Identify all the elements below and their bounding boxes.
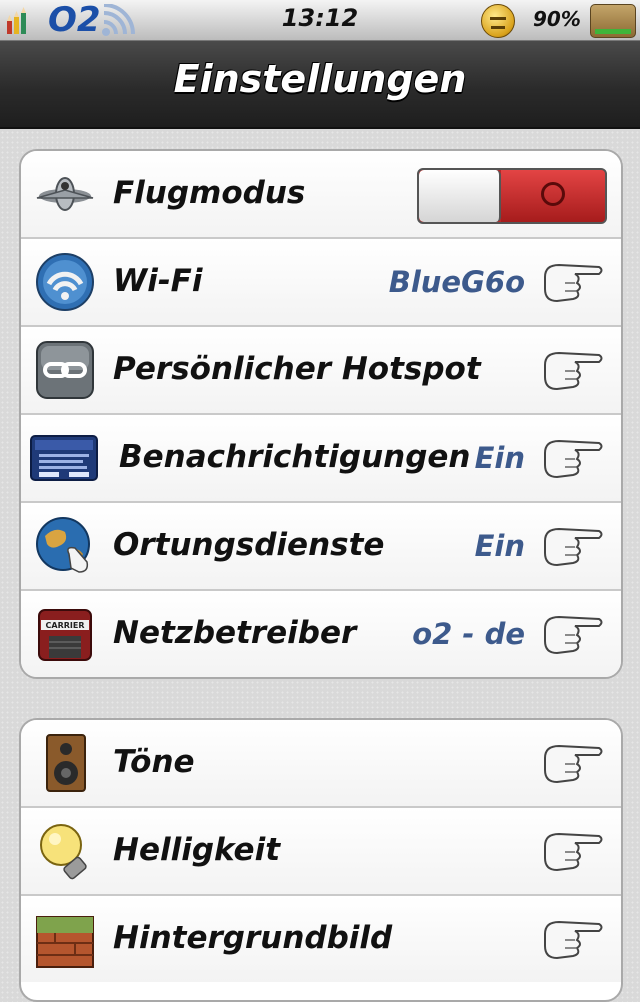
speaker-icon bbox=[46, 734, 86, 792]
settings-row-brightness[interactable]: Helligkeit bbox=[21, 808, 621, 896]
settings-row-wallpaper[interactable]: Hintergrundbild bbox=[21, 896, 621, 982]
pointing-hand-icon bbox=[544, 263, 603, 303]
lightbulb-icon bbox=[40, 824, 87, 880]
settings-row-location-services[interactable]: Ortungsdienste Ein bbox=[21, 503, 621, 591]
wifi-icon bbox=[36, 253, 94, 311]
airplane-icon bbox=[36, 177, 94, 211]
settings-row-label: Flugmodus bbox=[113, 175, 306, 211]
settings-row-value: Ein bbox=[474, 441, 525, 475]
pointing-hand-icon bbox=[544, 527, 603, 567]
notifications-icon bbox=[30, 435, 98, 481]
page-title: Einstellungen bbox=[173, 57, 467, 101]
battery-icon bbox=[590, 4, 636, 38]
settings-group-display: Töne Helligkeit Hintergrundbild bbox=[19, 718, 623, 1002]
settings-row-notifications[interactable]: Benachrichtigungen Ein bbox=[21, 415, 621, 503]
navigation-bar: Einstellungen bbox=[0, 41, 640, 129]
svg-text:CARRIER: CARRIER bbox=[46, 621, 85, 630]
battery-percent: 90% bbox=[533, 7, 581, 31]
airplane-mode-toggle[interactable] bbox=[417, 168, 607, 224]
settings-row-label: Hintergrundbild bbox=[113, 920, 393, 956]
pointing-hand-icon bbox=[544, 832, 603, 872]
hotspot-link-icon bbox=[36, 341, 94, 399]
pointing-hand-icon bbox=[544, 439, 603, 479]
settings-row-personal-hotspot[interactable]: Persönlicher Hotspot bbox=[21, 327, 621, 415]
carrier-store-icon: CARRIER bbox=[38, 609, 92, 661]
wallpaper-icon bbox=[36, 916, 94, 968]
settings-row-label: Helligkeit bbox=[113, 832, 281, 868]
settings-row-value: BlueG6o bbox=[388, 265, 525, 299]
settings-row-value: o2 - de bbox=[412, 617, 525, 651]
settings-row-sounds[interactable]: Töne bbox=[21, 720, 621, 808]
status-bar: O2 13:12 90% bbox=[0, 0, 640, 41]
settings-row-label: Töne bbox=[113, 744, 195, 780]
pointing-hand-icon bbox=[544, 920, 603, 960]
settings-row-label: Ortungsdienste bbox=[113, 527, 385, 563]
settings-row-label: Netzbetreiber bbox=[113, 615, 357, 651]
settings-row-wifi[interactable]: Wi-Fi BlueG6o bbox=[21, 239, 621, 327]
pointing-hand-icon bbox=[544, 744, 603, 784]
settings-row-label: Benachrichtigungen bbox=[119, 439, 471, 475]
settings-group-connectivity: Flugmodus Wi-Fi BlueG6o Persönlicher Hot… bbox=[19, 149, 623, 679]
settings-row-label: Wi-Fi bbox=[113, 263, 203, 299]
location-globe-icon bbox=[36, 517, 90, 573]
pointing-hand-icon bbox=[544, 615, 603, 655]
pointing-hand-icon bbox=[544, 351, 603, 391]
settings-row-label: Persönlicher Hotspot bbox=[113, 351, 481, 387]
mood-face-icon bbox=[481, 4, 515, 38]
settings-row-airplane-mode: Flugmodus bbox=[21, 151, 621, 239]
settings-row-carrier[interactable]: CARRIER Netzbetreiber o2 - de bbox=[21, 591, 621, 677]
settings-row-value: Ein bbox=[474, 529, 525, 563]
